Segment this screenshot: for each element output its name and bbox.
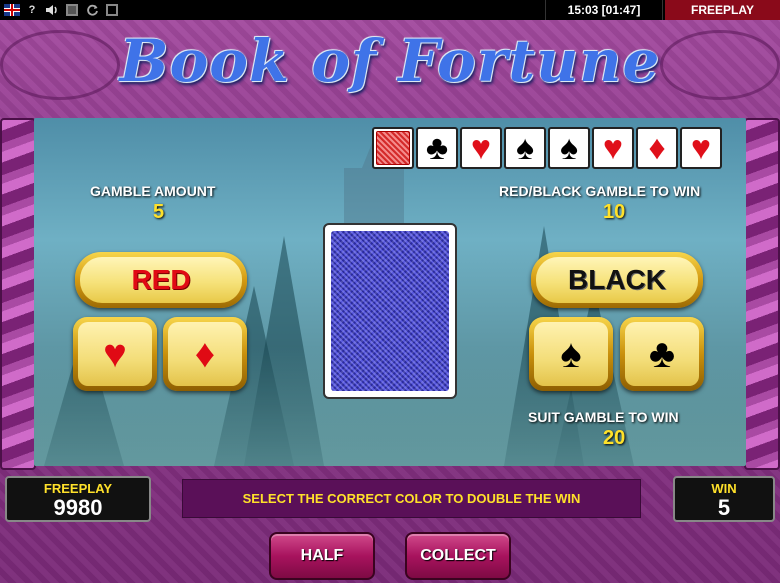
- left-pillar: [0, 118, 36, 470]
- club-suit-button[interactable]: ♣: [620, 317, 704, 391]
- history-card-heart: ♥: [680, 127, 722, 169]
- spade-icon: ♠: [534, 322, 608, 386]
- diamond-suit-button[interactable]: ♦: [163, 317, 247, 391]
- language-flag-icon[interactable]: [4, 4, 20, 16]
- balance-label: FREEPLAY: [43, 481, 113, 496]
- settings-icon[interactable]: [104, 2, 120, 18]
- win-label: WIN: [711, 481, 737, 496]
- suit-gamble-win-value: 20: [603, 427, 626, 449]
- game-logo: Book of Fortune: [119, 27, 661, 95]
- collect-button[interactable]: COLLECT: [405, 532, 511, 580]
- heart-suit-button[interactable]: ♥: [73, 317, 157, 391]
- balance-value: 9980: [53, 495, 103, 520]
- red-button-label: RED: [80, 257, 242, 303]
- history-card-heart: ♥: [592, 127, 634, 169]
- win-box: WIN 5: [673, 476, 775, 522]
- win-value: 5: [717, 495, 731, 520]
- half-button[interactable]: HALF: [269, 532, 375, 580]
- history-card-diamond: ♦: [636, 127, 678, 169]
- history-card-heart: ♥: [460, 127, 502, 169]
- card-history: ♣ ♥ ♠ ♠ ♥ ♦ ♥: [372, 127, 722, 169]
- instruction-text: SELECT THE CORRECT COLOR TO DOUBLE THE W…: [242, 490, 581, 506]
- gamble-amount-label: GAMBLE AMOUNT: [90, 183, 216, 199]
- color-gamble-win-label: RED/BLACK GAMBLE TO WIN: [499, 183, 701, 199]
- black-button[interactable]: BLACK: [531, 252, 703, 308]
- diamond-icon: ♦: [168, 322, 242, 386]
- card-back-pattern: [331, 231, 449, 391]
- club-icon: ♣: [625, 322, 699, 386]
- red-button[interactable]: RED: [75, 252, 247, 308]
- spade-suit-button[interactable]: ♠: [529, 317, 613, 391]
- instruction-message: SELECT THE CORRECT COLOR TO DOUBLE THE W…: [182, 479, 641, 518]
- clock-display: 15:03 [01:47]: [545, 0, 663, 20]
- color-gamble-win-value: 10: [603, 201, 626, 223]
- history-card-back: [372, 127, 414, 169]
- help-button[interactable]: ?: [24, 2, 40, 18]
- mode-badge: FREEPLAY: [665, 0, 780, 20]
- gamble-amount-value: 5: [153, 201, 165, 223]
- sound-icon[interactable]: [44, 2, 60, 18]
- right-pillar: [744, 118, 780, 470]
- balance-box: FREEPLAY 9980: [5, 476, 151, 522]
- black-button-label: BLACK: [536, 257, 698, 303]
- system-bar: ? 15:03 [01:47] FREEPLAY: [0, 0, 780, 20]
- heart-icon: ♥: [78, 322, 152, 386]
- history-card-spade: ♠: [504, 127, 546, 169]
- history-card-club: ♣: [416, 127, 458, 169]
- face-down-card: [323, 223, 457, 399]
- history-card-spade: ♠: [548, 127, 590, 169]
- suit-gamble-win-label: SUIT GAMBLE TO WIN: [528, 409, 679, 425]
- reload-icon[interactable]: [84, 2, 100, 18]
- fullscreen-icon[interactable]: [64, 2, 80, 18]
